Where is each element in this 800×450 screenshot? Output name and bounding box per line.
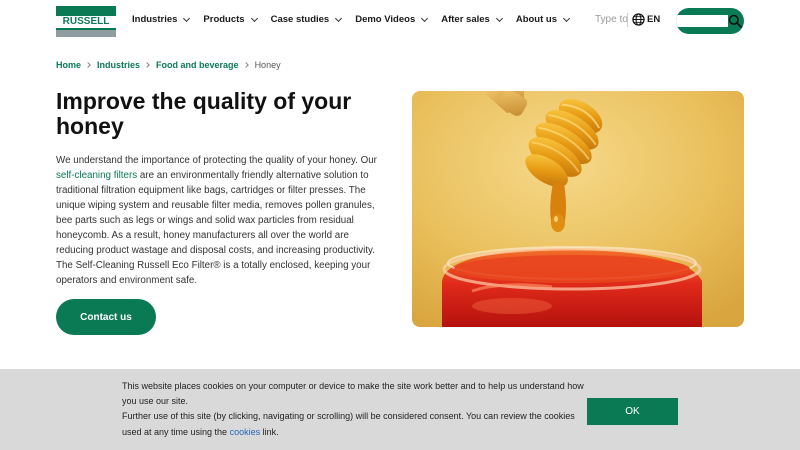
chevron-down-icon <box>250 14 258 22</box>
search-icon[interactable] <box>728 14 742 28</box>
search-hint-text[interactable]: Type to <box>595 14 628 25</box>
globe-icon <box>632 13 645 26</box>
nav-item-label: Case studies <box>270 14 330 25</box>
cookie-ok-button[interactable]: OK <box>587 398 678 425</box>
chevron-down-icon <box>335 14 343 22</box>
nav-item-after-sales[interactable]: After sales <box>441 14 503 25</box>
site-header: RUSSELL Industries Products Case studies… <box>0 0 800 42</box>
breadcrumb-industries[interactable]: Industries <box>97 60 140 70</box>
page-title: Improve the quality of your honey <box>56 88 352 139</box>
cookie-banner: This website places cookies on your comp… <box>0 369 800 450</box>
self-cleaning-filters-link[interactable]: self-cleaning filters <box>56 170 137 181</box>
chevron-right-icon <box>144 62 150 68</box>
breadcrumb-current: Honey <box>254 60 281 70</box>
intro-text-end: are an environmentally friendly alternat… <box>56 170 375 286</box>
logo-wordmark: RUSSELL <box>56 16 116 28</box>
chevron-down-icon <box>421 14 429 22</box>
cookie-line-1: This website places cookies on your comp… <box>122 381 584 407</box>
chevron-right-icon <box>242 62 249 68</box>
cookies-link[interactable]: cookies <box>230 427 261 437</box>
breadcrumb-home[interactable]: Home <box>56 60 81 70</box>
language-selector[interactable]: EN <box>632 13 660 26</box>
breadcrumb: Home Industries Food and beverage Honey <box>56 60 281 70</box>
nav-item-products[interactable]: Products <box>203 14 258 25</box>
search-input[interactable] <box>676 15 728 27</box>
nav-item-case-studies[interactable]: Case studies <box>270 14 343 25</box>
cookie-line-2: Further use of this site (by clicking, n… <box>122 409 592 439</box>
main-nav: Industries Products Case studies Demo Vi… <box>132 14 583 25</box>
search-bar[interactable] <box>676 8 744 34</box>
breadcrumb-food-and-beverage[interactable]: Food and beverage <box>156 60 239 70</box>
nav-item-label: Demo Videos <box>355 14 416 25</box>
cookie-message: This website places cookies on your comp… <box>122 379 592 440</box>
nav-item-demo-videos[interactable]: Demo Videos <box>355 14 429 25</box>
intro-text-start: We understand the importance of protecti… <box>56 155 377 166</box>
contact-us-button[interactable]: Contact us <box>56 299 156 335</box>
nav-item-label: Products <box>203 14 245 25</box>
chevron-right-icon <box>85 62 91 68</box>
chevron-down-icon <box>183 14 191 22</box>
chevron-down-icon <box>562 14 571 22</box>
russell-logo[interactable]: RUSSELL <box>56 6 116 37</box>
cookie-line-2-end: link. <box>260 426 279 437</box>
language-code: EN <box>647 14 661 25</box>
nav-item-label: After sales <box>441 14 490 25</box>
honey-hero-image <box>412 91 744 327</box>
intro-paragraph: We understand the importance of protecti… <box>56 153 388 288</box>
honey-illustration <box>412 91 744 327</box>
cookie-line-2-text: Further use of this site (by clicking, n… <box>122 411 575 437</box>
nav-item-industries[interactable]: Industries <box>132 14 191 25</box>
nav-item-about-us[interactable]: About us <box>515 14 571 25</box>
header-divider <box>627 13 628 27</box>
nav-item-label: About us <box>515 14 557 25</box>
nav-item-label: Industries <box>132 14 178 25</box>
chevron-down-icon <box>495 14 503 22</box>
logo-stripe <box>56 30 116 37</box>
